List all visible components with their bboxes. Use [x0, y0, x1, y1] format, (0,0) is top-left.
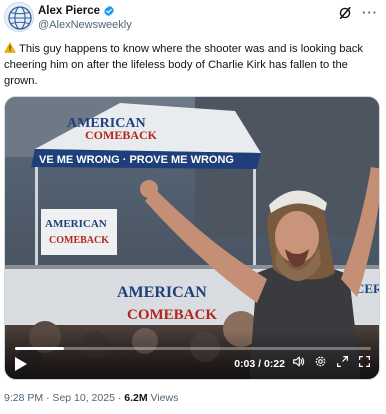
warning-icon [4, 42, 16, 53]
avatar-globe-icon [5, 3, 33, 31]
video-player[interactable]: VE ME WRONG · PROVE ME WRONG AMERICAN CO… [4, 96, 380, 380]
more-icon[interactable]: ··· [362, 6, 378, 19]
video-controls: 0:03 / 0:22 [5, 329, 379, 379]
avatar[interactable] [4, 2, 34, 32]
tweet-header: Alex Pierce @AlexNewsweekly ··· [4, 2, 382, 36]
display-name[interactable]: Alex Pierce [38, 4, 100, 18]
views-label: Views [147, 392, 179, 404]
tweet-card: Alex Pierce @AlexNewsweekly ··· This guy… [0, 0, 386, 414]
svg-text:AMERICAN: AMERICAN [45, 218, 107, 230]
views-count: 6.2M [124, 392, 148, 404]
header-actions: ··· [338, 6, 378, 20]
time-display: 0:03 / 0:22 [234, 358, 285, 370]
tweet-meta: 9:28 PM · Sep 10, 2025 · 6.2M Views [4, 392, 178, 404]
svg-text:COMEBACK: COMEBACK [49, 235, 109, 246]
verified-badge-icon [104, 5, 114, 17]
svg-text:VE ME WRONG · PROVE ME WRONG: VE ME WRONG · PROVE ME WRONG [39, 154, 234, 166]
svg-text:AMERICAN: AMERICAN [117, 284, 207, 301]
timestamp[interactable]: 9:28 PM · Sep 10, 2025 · [4, 392, 124, 404]
svg-text:COMEBACK: COMEBACK [127, 307, 217, 323]
grok-icon[interactable] [338, 6, 352, 20]
name-row: Alex Pierce [38, 4, 115, 18]
svg-text:COMEBACK: COMEBACK [85, 128, 158, 142]
player-actions [292, 355, 371, 368]
tweet-body: This guy happens to know where the shoot… [4, 43, 363, 87]
play-icon[interactable] [14, 356, 28, 372]
tweet-text: This guy happens to know where the shoot… [4, 41, 380, 89]
fullscreen-icon[interactable] [358, 355, 371, 368]
volume-icon[interactable] [292, 355, 305, 368]
fullscreen-exit-icon[interactable] [336, 355, 349, 368]
progress-fill [15, 347, 64, 350]
progress-bar[interactable] [15, 347, 371, 350]
settings-icon[interactable] [314, 355, 327, 368]
handle[interactable]: @AlexNewsweekly [38, 19, 132, 32]
